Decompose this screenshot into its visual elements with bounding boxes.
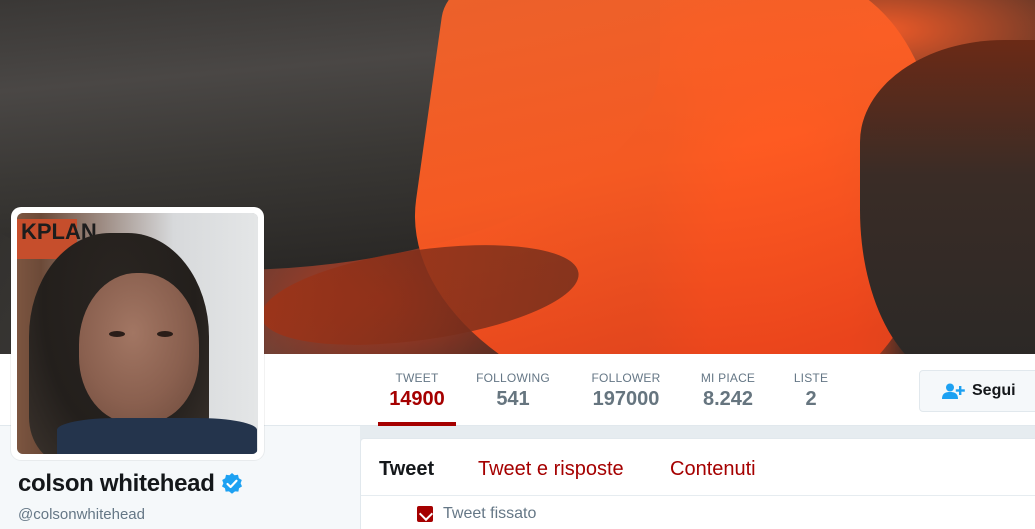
pin-icon [417,506,433,522]
add-user-icon [942,383,965,399]
profile-name[interactable]: colson whitehead [18,470,243,498]
stat-value: 2 [805,388,817,410]
stat-label: MI PIACE [700,371,756,385]
stat-value: 8.242 [702,388,754,410]
stat-liste[interactable]: LISTE 2 [788,354,834,426]
stat-value: 197000 [592,388,660,410]
pinned-label: Tweet fissato [443,505,537,522]
pinned-tweet-header: Tweet fissato [417,505,536,523]
timeline-tabs: Tweet Tweet e risposte Contenuti [361,439,1035,496]
stat-tweet[interactable]: TWEET 14900 [378,354,456,426]
stat-following[interactable]: FOLLOWING 541 [470,354,556,426]
stat-value: 14900 [389,388,445,410]
tab-tweet[interactable]: Tweet [379,458,434,481]
profile-handle[interactable]: @colsonwhitehead [18,506,145,523]
verified-badge-icon [221,473,242,494]
stat-value: 541 [496,388,530,410]
profile-name-text: colson whitehead [18,470,215,497]
follow-button-label: Segui [972,382,1016,399]
avatar-photo: KPLAN [17,213,258,454]
stat-label: FOLLOWING [476,371,550,385]
follow-button[interactable]: Segui [919,370,1035,412]
tab-contenuti[interactable]: Contenuti [670,458,756,481]
stat-follower[interactable]: FOLLOWER 197000 [585,354,667,426]
avatar[interactable]: KPLAN [11,207,264,460]
stat-label: FOLLOWER [591,371,661,385]
timeline-card: Tweet Tweet e risposte Contenuti Tweet f… [360,438,1035,529]
stat-label: TWEET [395,371,439,385]
tab-tweet-e-risposte[interactable]: Tweet e risposte [478,458,624,481]
stat-label: LISTE [793,371,829,385]
stat-mi-piace[interactable]: MI PIACE 8.242 [695,354,761,426]
